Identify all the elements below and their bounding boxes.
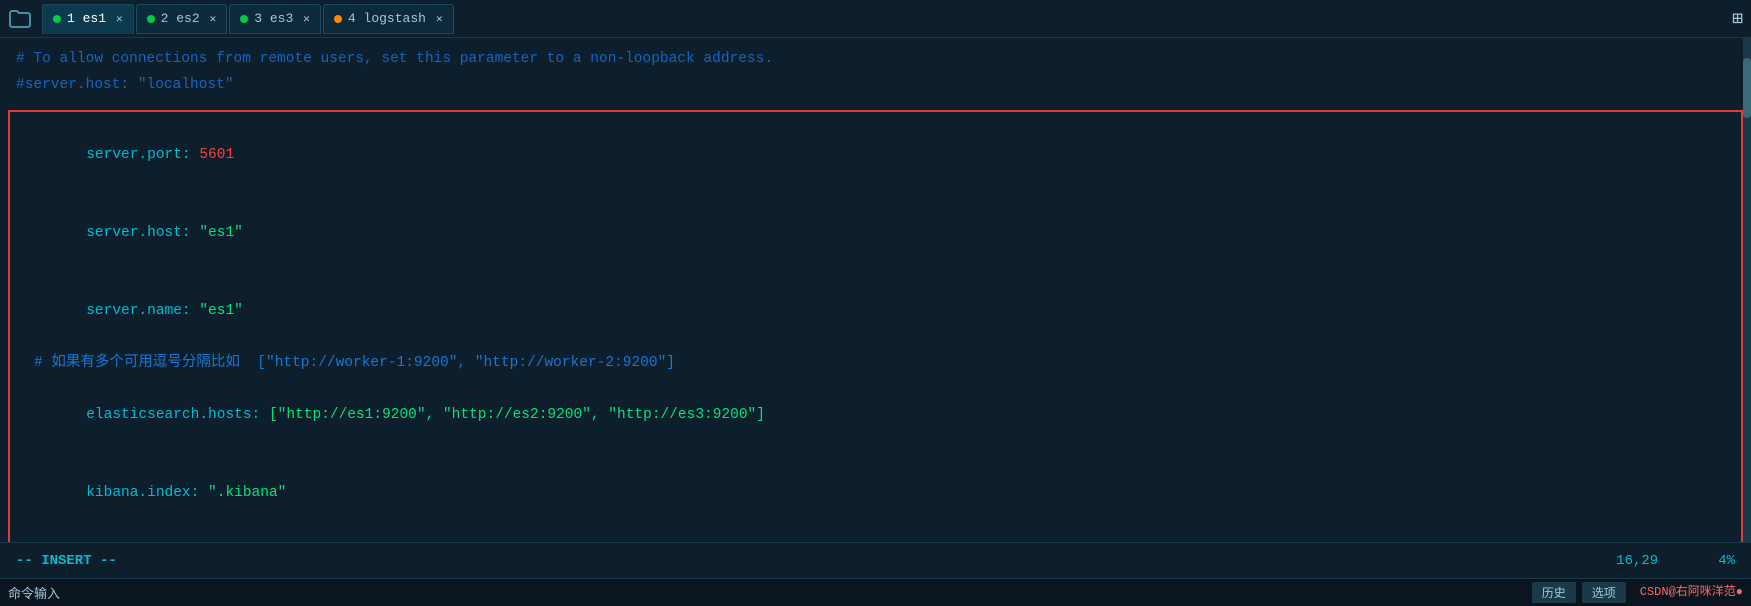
tab-close-es3[interactable]: ✕ [303,12,310,26]
tab-es2[interactable]: 2 es2 ✕ [136,4,228,34]
server-port-key: server.port: [86,147,199,163]
scrollbar[interactable] [1743,38,1751,542]
tab-dot-es3 [240,15,248,23]
server-host-line: server.host: "es1" [18,194,1733,272]
kibana-index-line: kibana.index: ".kibana" [18,454,1733,532]
es-hosts-val: ["http://es1:9200", "http://es2:9200", "… [269,407,765,423]
server-host-val: "es1" [199,225,243,241]
server-name-val: "es1" [199,303,243,319]
tab-close-es2[interactable]: ✕ [210,12,217,26]
grid-icon[interactable]: ⊞ [1728,4,1747,34]
editor-area: # To allow connections from remote users… [0,38,1751,542]
folder-icon[interactable] [4,3,36,35]
scroll-percent: 4% [1718,553,1735,569]
server-port-line: server.port: 5601 [18,116,1733,194]
csdn-logo: CSDN@右阿咪洋范● [1640,582,1743,603]
history-button[interactable]: 历史 [1532,582,1576,603]
server-name-line: server.name: "es1" [18,272,1733,350]
tab-dot-es2 [147,15,155,23]
es-hosts-line: elasticsearch.hosts: ["http://es1:9200",… [18,376,1733,454]
spacer-1 [0,98,1751,106]
tab-logstash[interactable]: 4 logstash ✕ [323,4,454,34]
comment-chinese-line: # 如果有多个可用逗号分隔比如 ["http://worker-1:9200",… [18,350,1733,376]
tab-label-es2: 2 es2 [161,11,200,26]
command-input-label: 命令输入 [8,583,60,602]
insert-mode-indicator: -- INSERT -- [16,553,117,569]
kibana-index-val: ".kibana" [208,485,286,501]
command-bar: 命令输入 历史 选项 CSDN@右阿咪洋范● [0,578,1751,606]
server-host-key: server.host: [86,225,199,241]
es-hosts-key: elasticsearch.hosts: [86,407,269,423]
kibana-index-key: kibana.index: [86,485,208,501]
tab-close-es1[interactable]: ✕ [116,12,123,26]
tab-bar: 1 es1 ✕ 2 es2 ✕ 3 es3 ✕ 4 logstash ✕ ⊞ [0,0,1751,38]
tab-dot-logstash [334,15,342,23]
status-bar: -- INSERT -- 16,29 4% [0,542,1751,578]
tab-label-es1: 1 es1 [67,11,106,26]
select-button[interactable]: 选项 [1582,582,1626,603]
tab-label-logstash: 4 logstash [348,11,426,26]
comment-line-1: # To allow connections from remote users… [0,46,1751,72]
highlighted-config-block: server.port: 5601 server.host: "es1" ser… [8,110,1743,542]
tab-es3[interactable]: 3 es3 ✕ [229,4,321,34]
tab-label-es3: 3 es3 [254,11,293,26]
scrollbar-thumb[interactable] [1743,58,1751,118]
cursor-position: 16,29 [1616,553,1658,569]
comment-line-2: #server.host: "localhost" [0,72,1751,98]
tab-close-logstash[interactable]: ✕ [436,12,443,26]
command-buttons-group: 历史 选项 CSDN@右阿咪洋范● [1532,582,1743,603]
es-username-line: elasticsearch.username: "es" [18,532,1733,542]
server-name-key: server.name: [86,303,199,319]
tab-dot-es1 [53,15,61,23]
tab-es1[interactable]: 1 es1 ✕ [42,4,134,34]
server-port-val: 5601 [199,147,234,163]
